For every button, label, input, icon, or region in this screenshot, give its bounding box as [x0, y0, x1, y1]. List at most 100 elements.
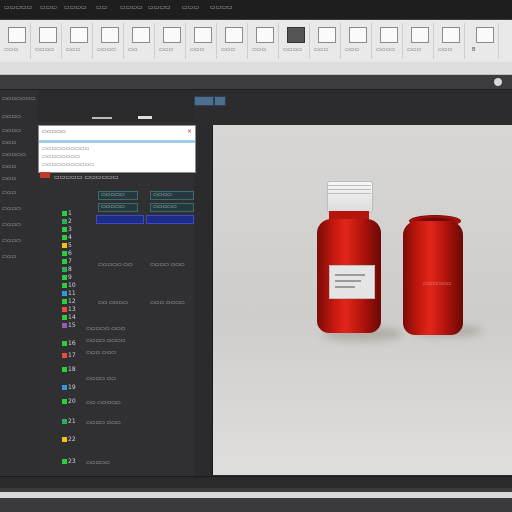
- sidebar-item[interactable]: ▭▭▭▭: [2, 238, 21, 244]
- ribbon-button[interactable]: ▭▭▭: [250, 23, 279, 59]
- row-number: 1: [68, 210, 72, 217]
- ribbon-button[interactable]: ▭▭▭: [157, 23, 186, 59]
- status-pin[interactable]: [62, 459, 67, 464]
- ribbon-button[interactable]: ▭▭▭: [405, 23, 434, 59]
- row-number: 12: [68, 298, 76, 305]
- prop-label: ▭▭ ▭▭▭▭▭: [86, 400, 121, 406]
- status-pin[interactable]: [62, 341, 67, 346]
- ribbon-button[interactable]: ▭▭▭▭: [374, 23, 403, 59]
- sidebar-item[interactable]: ▭▭▭: [2, 164, 16, 170]
- menu-item[interactable]: ▭▭▭▭: [64, 4, 87, 11]
- row-number: 6: [68, 250, 72, 257]
- render-viewport[interactable]: ▭▭▭▭▭▭: [212, 125, 512, 475]
- help-icon[interactable]: [494, 78, 502, 86]
- status-pin[interactable]: [62, 315, 67, 320]
- param-field[interactable]: ▭▭▭▭▭: [150, 203, 194, 212]
- sidebar-item[interactable]: ▭▭▭: [2, 254, 16, 260]
- row-number: 11: [68, 290, 76, 297]
- formula-bar[interactable]: [0, 62, 512, 75]
- menu-item[interactable]: ▭▭▭: [40, 4, 57, 11]
- view-button[interactable]: [214, 96, 226, 106]
- tool-icon: [70, 27, 88, 43]
- bottle-print: ▭▭▭▭▭▭: [423, 281, 452, 287]
- tool-icon: [8, 27, 26, 43]
- tool-icon: [225, 27, 243, 43]
- ribbon-label: ▭▭▭: [345, 47, 360, 53]
- bottle-open[interactable]: ▭▭▭▭▭▭: [403, 215, 483, 339]
- status-pin[interactable]: [62, 259, 67, 264]
- status-pin[interactable]: [62, 353, 67, 358]
- status-pin[interactable]: [62, 419, 67, 424]
- row-number: 15: [68, 322, 76, 329]
- menu-bar: ▭▭▭▭▭ ▭▭▭ ▭▭▭▭ ▭▭ ▭▭▭▭ ▭▭▭▭ ▭▭▭ ▭▭▭▭: [0, 0, 512, 20]
- ribbon-button[interactable]: B: [470, 23, 499, 59]
- sidebar-item[interactable]: ▭▭▭▭: [2, 206, 21, 212]
- ribbon-button[interactable]: ▭▭▭: [2, 23, 31, 59]
- ribbon-button[interactable]: ▭▭▭: [343, 23, 372, 59]
- status-pin[interactable]: [62, 437, 67, 442]
- menu-item[interactable]: ▭▭▭▭▭: [4, 4, 32, 11]
- status-pin[interactable]: [62, 219, 67, 224]
- sidebar-item[interactable]: ▭▭▭▭: [2, 114, 21, 120]
- menu-item[interactable]: ▭▭▭▭: [210, 4, 233, 11]
- status-pin[interactable]: [62, 399, 67, 404]
- status-pin[interactable]: [62, 307, 67, 312]
- status-pin[interactable]: [62, 291, 67, 296]
- row-number: 22: [68, 436, 76, 443]
- close-icon[interactable]: ×: [187, 128, 192, 135]
- tool-icon: [163, 27, 181, 43]
- status-pin[interactable]: [62, 227, 67, 232]
- tool-icon: [349, 27, 367, 43]
- menu-item[interactable]: ▭▭▭▭: [148, 4, 171, 11]
- ribbon-button[interactable]: ▭▭▭: [436, 23, 465, 59]
- param-field[interactable]: ▭▭▭▭▭: [98, 191, 138, 200]
- ribbon-button[interactable]: ▭▭▭▭: [281, 23, 310, 59]
- row-number: 14: [68, 314, 76, 321]
- slider-handle[interactable]: [138, 116, 152, 119]
- menu-item[interactable]: ▭▭▭: [182, 4, 199, 11]
- status-pin[interactable]: [62, 211, 67, 216]
- sidebar-item[interactable]: ▭▭▭: [2, 190, 16, 196]
- section-header: ▭▭▭▭▭ ▭▭▭▭▭▭: [54, 174, 119, 181]
- ribbon-button[interactable]: ▭▭▭: [64, 23, 93, 59]
- ribbon-label: ▭▭▭: [4, 47, 19, 53]
- param-field[interactable]: ▭▭▭▭▭: [98, 203, 138, 212]
- status-pin[interactable]: [62, 323, 67, 328]
- status-pin[interactable]: [62, 235, 67, 240]
- param-field[interactable]: ▭▭▭▭: [150, 191, 194, 200]
- status-pin[interactable]: [62, 283, 67, 288]
- status-pin[interactable]: [62, 367, 67, 372]
- ribbon-button[interactable]: ▭▭▭▭: [33, 23, 62, 59]
- ribbon-button[interactable]: ▭▭: [126, 23, 155, 59]
- ribbon-button[interactable]: ▭▭▭: [188, 23, 217, 59]
- row-number: 5: [68, 242, 72, 249]
- menu-item[interactable]: ▭▭: [96, 4, 107, 11]
- view-button[interactable]: [194, 96, 214, 106]
- ribbon-button[interactable]: ▭▭▭▭: [95, 23, 124, 59]
- status-pin[interactable]: [62, 251, 67, 256]
- ribbon-label: ▭▭▭: [190, 47, 205, 53]
- info-bar: [0, 75, 512, 90]
- status-pin[interactable]: [62, 243, 67, 248]
- param-field[interactable]: [96, 215, 144, 224]
- sidebar-item[interactable]: ▭▭▭▭▭: [2, 152, 26, 158]
- bottle-with-cap[interactable]: [317, 181, 403, 341]
- slider-track[interactable]: [92, 117, 112, 119]
- status-pin[interactable]: [62, 267, 67, 272]
- sidebar-item[interactable]: ▭▭▭▭: [2, 128, 21, 134]
- status-pin[interactable]: [62, 385, 67, 390]
- ribbon-label: ▭▭▭: [252, 47, 267, 53]
- row-number: 23: [68, 458, 76, 465]
- param-field[interactable]: [146, 215, 194, 224]
- row-number: 3: [68, 226, 72, 233]
- status-pin[interactable]: [62, 299, 67, 304]
- status-pin[interactable]: [62, 275, 67, 280]
- ribbon-button[interactable]: ▭▭▭: [312, 23, 341, 59]
- sidebar-item[interactable]: ▭▭▭▭▭▭▭: [2, 96, 35, 102]
- sidebar-item[interactable]: ▭▭▭: [2, 140, 16, 146]
- sidebar-item[interactable]: ▭▭▭: [2, 176, 16, 182]
- menu-item[interactable]: ▭▭▭▭: [120, 4, 143, 11]
- horizontal-scrollbar[interactable]: [0, 492, 512, 498]
- ribbon-button[interactable]: ▭▭▭: [219, 23, 248, 59]
- sidebar-item[interactable]: ▭▭▭▭: [2, 222, 21, 228]
